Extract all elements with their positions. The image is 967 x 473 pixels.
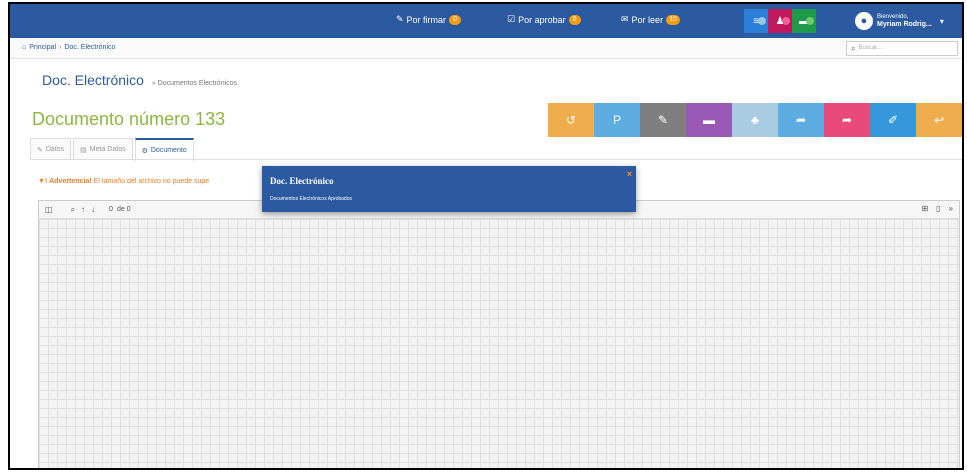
user-avatar-icon: ●	[855, 12, 873, 30]
por-leer-label: Por leer	[631, 14, 664, 25]
sidebar-toggle-icon[interactable]: ◫	[45, 205, 53, 214]
breadcrumb: ⌂ Principal › Doc. Electrónico	[22, 44, 115, 51]
notification-popup: Doc. Electrónico Documentos Electrónicos…	[262, 166, 636, 212]
forward-icon: ➦	[841, 113, 853, 127]
tab-datos[interactable]: ✎ Datos	[30, 138, 72, 160]
section-title: Doc. Electrónico » Documentos Electrónic…	[42, 72, 237, 88]
share-button[interactable]: ➦	[778, 103, 824, 137]
messages-button[interactable]: ▬	[792, 9, 816, 33]
user-greeting: Bienvenido,	[877, 14, 909, 20]
edit-icon: ✎	[37, 146, 43, 154]
caret-down-icon: ▾	[939, 16, 944, 26]
p-button[interactable]: P	[594, 103, 640, 137]
pencil-icon: ✎	[396, 14, 404, 24]
warning-prefix: Advertencia!	[49, 178, 92, 185]
comment-icon: ▬	[703, 113, 715, 127]
por-aprobar-link[interactable]: ☑ Por aprobar 0	[507, 14, 581, 25]
check-square-icon: ☑	[507, 14, 516, 24]
tab-divider	[30, 159, 962, 160]
arrow-down-icon[interactable]: ↓	[91, 205, 95, 214]
search-placeholder: Buscar...	[858, 45, 882, 51]
table-icon: ▤	[80, 146, 87, 154]
page-number-input[interactable]: 0	[109, 206, 113, 213]
action-toolbar: ↺ P ✎ ▬ ♣ ➦ ➦ ✐ ↩	[548, 103, 962, 137]
breadcrumb-current: Doc. Electrónico	[64, 44, 116, 51]
undo-button[interactable]: ↺	[548, 103, 594, 137]
undo-icon: ↺	[565, 113, 577, 127]
home-icon: ⌂	[22, 44, 27, 51]
tab-documento[interactable]: ⚙ Documento	[134, 138, 194, 161]
paperclip-button[interactable]: ✎	[640, 103, 686, 137]
por-firmar-badge: 0	[449, 14, 462, 25]
comment-button[interactable]: ▬	[686, 103, 732, 137]
tab-label: Meta Datos	[89, 146, 126, 153]
warning-message: ▼! Advertencia! El tamaño del archivo no…	[38, 178, 209, 185]
tab-label: Datos	[45, 146, 65, 153]
edit-icon: ✐	[887, 113, 899, 127]
users-icon: ♣	[751, 113, 759, 127]
list-dot	[758, 17, 766, 25]
popup-message[interactable]: Documentos Electrónicos Aprobados	[270, 196, 352, 202]
breadcrumb-bar: ⌂ Principal › Doc. Electrónico ⌕ Buscar.…	[10, 38, 962, 59]
user-name: Myriam Rodrig...	[877, 21, 932, 28]
reply-button[interactable]: ↩	[916, 103, 962, 137]
users-button[interactable]: ♣	[732, 103, 778, 137]
more-tools-icon[interactable]: »	[949, 204, 953, 213]
por-aprobar-badge: 0	[568, 14, 581, 25]
search-icon: ⌕	[851, 44, 856, 53]
navbar-quick-icons: ≡ ♟ ▬	[744, 9, 816, 33]
por-leer-badge: 10	[666, 14, 680, 25]
gear-icon: ⚙	[141, 147, 148, 155]
tab-label: Documento	[150, 147, 187, 154]
document-title: Documento número 133	[32, 109, 226, 129]
por-aprobar-label: Por aprobar	[518, 14, 566, 25]
reply-icon: ↩	[933, 113, 945, 127]
search-input[interactable]: ⌕ Buscar...	[846, 41, 958, 56]
top-navbar: ✎ Por firmar 0 ☑ Por aprobar 0 ✉ Por lee…	[10, 4, 962, 38]
message-dot	[806, 17, 814, 25]
document-tabs: ✎ Datos ▤ Meta Datos ⚙ Documento	[30, 138, 196, 161]
user-info: Bienvenido, Myriam Rodrig...	[877, 13, 932, 29]
breadcrumb-separator: ›	[59, 44, 62, 51]
section-subtitle: » Documentos Electrónicos	[151, 80, 238, 87]
tab-meta-datos[interactable]: ▤ Meta Datos	[73, 138, 133, 160]
list-button[interactable]: ≡	[744, 9, 768, 33]
warning-text: El tamaño del archivo no puede supe	[93, 178, 210, 185]
por-firmar-link[interactable]: ✎ Por firmar 0	[396, 14, 462, 25]
user-menu[interactable]: ● Bienvenido, Myriam Rodrig... ▾	[849, 4, 962, 38]
section-title-text: Doc. Electrónico	[42, 72, 144, 88]
p-icon: P	[612, 113, 621, 127]
notifications-button[interactable]: ♟	[768, 9, 792, 33]
bell-dot	[782, 17, 790, 25]
fullscreen-icon[interactable]: ⊞	[921, 204, 928, 213]
breadcrumb-home[interactable]: Principal	[29, 44, 56, 51]
viewer-right-tools: ⊞ ▯ »	[921, 204, 953, 213]
bookmark-icon[interactable]: ▯	[936, 204, 940, 213]
forward-button[interactable]: ➦	[824, 103, 870, 137]
close-icon[interactable]: ×	[627, 169, 632, 179]
app-window: ✎ Por firmar 0 ☑ Por aprobar 0 ✉ Por lee…	[8, 2, 964, 470]
envelope-icon: ✉	[621, 14, 629, 24]
popup-title: Doc. Electrónico	[270, 176, 334, 186]
por-leer-link[interactable]: ✉ Por leer 10	[621, 14, 680, 25]
arrow-up-icon[interactable]: ↑	[81, 205, 85, 214]
por-firmar-label: Por firmar	[406, 14, 447, 25]
paperclip-icon: ✎	[657, 113, 669, 127]
pdf-viewer[interactable]: ◫ ⌕ ↑ ↓ 0 de 0 ⊞ ▯ »	[38, 200, 960, 468]
page-count: de 0	[116, 206, 131, 213]
edit-button[interactable]: ✐	[870, 103, 916, 137]
warning-icon: ▼!	[38, 178, 48, 185]
share-icon: ➦	[795, 113, 807, 127]
search-icon[interactable]: ⌕	[71, 205, 75, 215]
